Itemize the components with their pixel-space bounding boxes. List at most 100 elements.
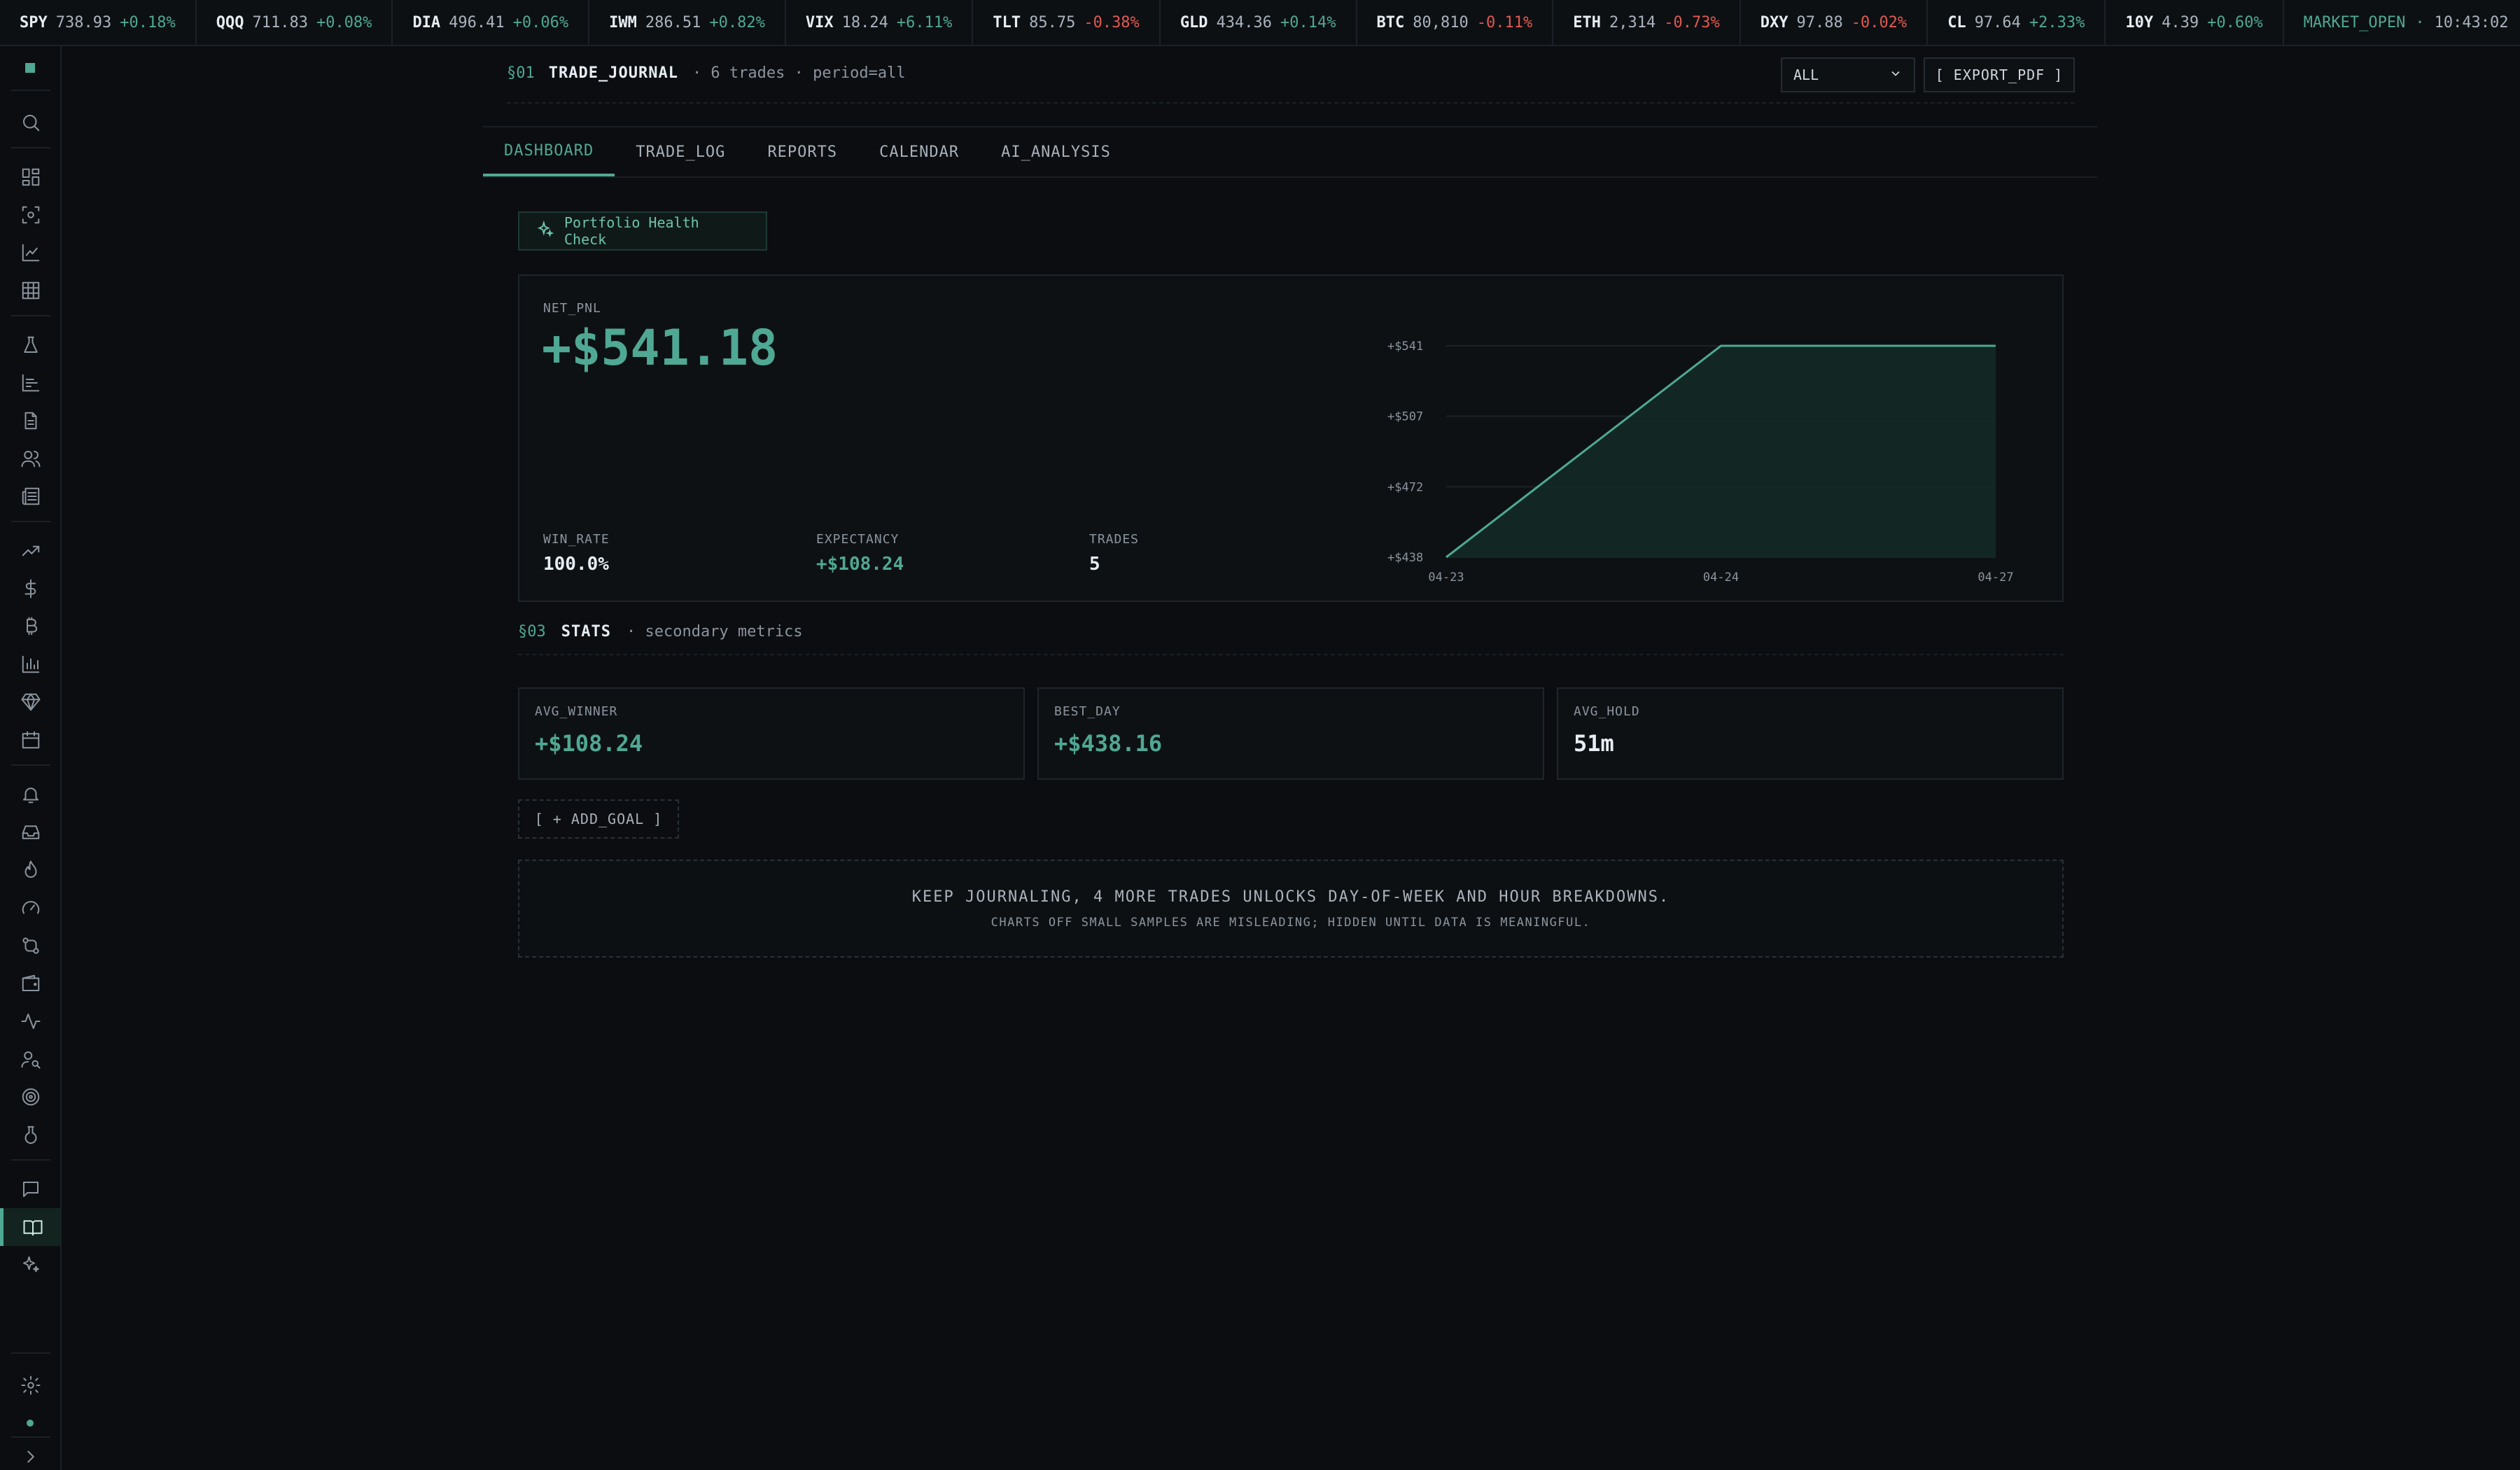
divider (507, 102, 2075, 104)
ticker-item[interactable]: VIX 18.24 +6.11% (786, 0, 974, 45)
gear-icon[interactable] (0, 1366, 62, 1404)
avg-winner-value: +$108.24 (535, 730, 643, 757)
tab-bar: DASHBOARD TRADE_LOG REPORTS CALENDAR AI_… (483, 127, 1132, 176)
chevron-down-icon (1889, 66, 1903, 84)
notice-subtext: CHARTS OFF SMALL SAMPLES ARE MISLEADING;… (990, 915, 1591, 930)
ticker-item[interactable]: DIA 496.41 +0.06% (393, 0, 590, 45)
avg-hold-value: 51m (1574, 730, 1614, 757)
ticker-item[interactable]: SPY 738.93 +0.18% (0, 0, 197, 45)
gem-icon[interactable] (0, 683, 62, 721)
market-ticker: SPY 738.93 +0.18% QQQ 711.83 +0.08% DIA 496.4… (0, 0, 2520, 46)
tab-trade-log[interactable]: TRADE_LOG (615, 127, 746, 176)
page-title: TRADE_JOURNAL (548, 64, 678, 82)
tab-ai-analysis[interactable]: AI_ANALYSIS (980, 127, 1132, 176)
section-number: §01 (507, 64, 535, 82)
news-icon[interactable] (0, 477, 62, 515)
chevron-right-icon[interactable] (0, 1438, 62, 1470)
ticker-item[interactable]: DXY 97.88 -0.02% (1741, 0, 1928, 45)
dollar-icon[interactable] (0, 570, 62, 608)
divider (11, 315, 50, 316)
chart-line-icon[interactable] (0, 234, 62, 272)
net-pnl-label: NET_PNL (543, 301, 601, 316)
target-icon[interactable] (0, 1078, 62, 1116)
net-pnl-card: NET_PNL +$541.18 WIN_RATE 100.0% EXPECTA… (518, 274, 2064, 602)
y-tick-label: +$438 (1387, 551, 1423, 565)
divider (11, 1352, 50, 1354)
avg-winner-card: AVG_WINNER +$108.24 (518, 687, 1025, 780)
best-day-card: BEST_DAY +$438.16 (1037, 687, 1544, 780)
sample-size-notice: KEEP JOURNALING, 4 MORE TRADES UNLOCKS D… (518, 860, 2064, 958)
notice-headline: KEEP JOURNALING, 4 MORE TRADES UNLOCKS D… (911, 888, 1670, 906)
beaker-icon[interactable] (0, 1116, 62, 1154)
inbox-icon[interactable] (0, 813, 62, 851)
avg-hold-card: AVG_HOLD 51m (1557, 687, 2064, 780)
sparkles-icon[interactable] (0, 1246, 62, 1284)
bar-chart-icon[interactable] (0, 364, 62, 402)
equity-area (1446, 346, 1996, 557)
tab-calendar[interactable]: CALENDAR (858, 127, 980, 176)
user-search-icon[interactable] (0, 1040, 62, 1078)
ticker-item[interactable]: IWM 286.51 +0.82% (589, 0, 786, 45)
search-icon[interactable] (0, 104, 62, 141)
market-clock: 10:43:02 (2434, 13, 2509, 31)
dashboard-icon[interactable] (0, 158, 62, 196)
divider (11, 764, 50, 766)
stats-header: §03 STATS · secondary metrics (518, 623, 803, 640)
add-goal-button[interactable]: [ + ADD_GOAL ] (518, 799, 679, 839)
flask-icon[interactable] (0, 326, 62, 364)
divider (11, 1159, 50, 1161)
scanner-icon[interactable] (0, 196, 62, 234)
calendar-icon[interactable] (0, 721, 62, 759)
bell-icon[interactable] (0, 776, 62, 813)
trades-value: 5 (1089, 554, 1100, 575)
git-compare-icon[interactable] (0, 927, 62, 965)
bitcoin-icon[interactable] (0, 608, 62, 645)
page-meta: · 6 trades · period=all (692, 64, 906, 82)
expectancy-metric: EXPECTANCY +$108.24 (816, 532, 904, 575)
ticker-item[interactable]: BTC 80,810 -0.11% (1357, 0, 1554, 45)
tab-reports[interactable]: REPORTS (746, 127, 858, 176)
ticker-item[interactable]: ETH 2,314 -0.73% (1553, 0, 1741, 45)
y-tick-label: +$507 (1387, 410, 1423, 424)
equity-curve-chart: +$541 +$507 +$472 +$438 04-23 04-24 04-27 (1387, 340, 2014, 584)
trend-up-icon[interactable] (0, 532, 62, 570)
y-tick-label: +$541 (1387, 340, 1423, 354)
ticker-item[interactable]: QQQ 711.83 +0.08% (197, 0, 393, 45)
ticker-item[interactable]: TLT 85.75 -0.38% (973, 0, 1161, 45)
pulse-icon[interactable] (0, 1002, 62, 1040)
connection-status-dot (27, 1420, 34, 1427)
flame-icon[interactable] (0, 851, 62, 889)
stats-title: STATS (561, 623, 611, 640)
grid-icon[interactable] (0, 272, 62, 309)
divider (11, 147, 50, 148)
document-icon[interactable] (0, 402, 62, 440)
book-open-icon[interactable] (0, 1208, 62, 1246)
column-chart-icon[interactable] (0, 645, 62, 683)
stats-meta: · secondary metrics (626, 623, 803, 640)
period-select[interactable]: ALL (1781, 57, 1915, 92)
export-pdf-button[interactable]: [ EXPORT_PDF ] (1924, 57, 2075, 92)
divider (518, 654, 2064, 655)
gauge-icon[interactable] (0, 889, 62, 927)
ticker-item[interactable]: CL 97.64 +2.33% (1928, 0, 2106, 45)
sidebar (0, 46, 62, 1470)
ticker-item[interactable]: 10Y 4.39 +0.60% (2106, 0, 2284, 45)
expectancy-value: +$108.24 (816, 554, 904, 575)
ticker-item[interactable]: GLD 434.36 +0.14% (1161, 0, 1357, 45)
chat-icon[interactable] (0, 1170, 62, 1208)
logo (25, 63, 35, 73)
wallet-icon[interactable] (0, 965, 62, 1002)
divider (11, 90, 50, 91)
win-rate-metric: WIN_RATE 100.0% (543, 532, 610, 575)
x-tick-label: 04-27 (1977, 570, 2013, 584)
section-number: §03 (518, 623, 546, 640)
x-tick-label: 04-23 (1428, 570, 1464, 584)
divider (483, 176, 2097, 178)
win-rate-value: 100.0% (543, 554, 609, 575)
portfolio-health-check-button[interactable]: Portfolio Health Check (518, 211, 767, 251)
market-status: MARKET_OPEN · 10:43:02 (2303, 13, 2509, 31)
divider (11, 521, 50, 522)
trades-metric: TRADES 5 (1089, 532, 1140, 575)
users-icon[interactable] (0, 440, 62, 477)
tab-dashboard[interactable]: DASHBOARD (483, 127, 615, 176)
